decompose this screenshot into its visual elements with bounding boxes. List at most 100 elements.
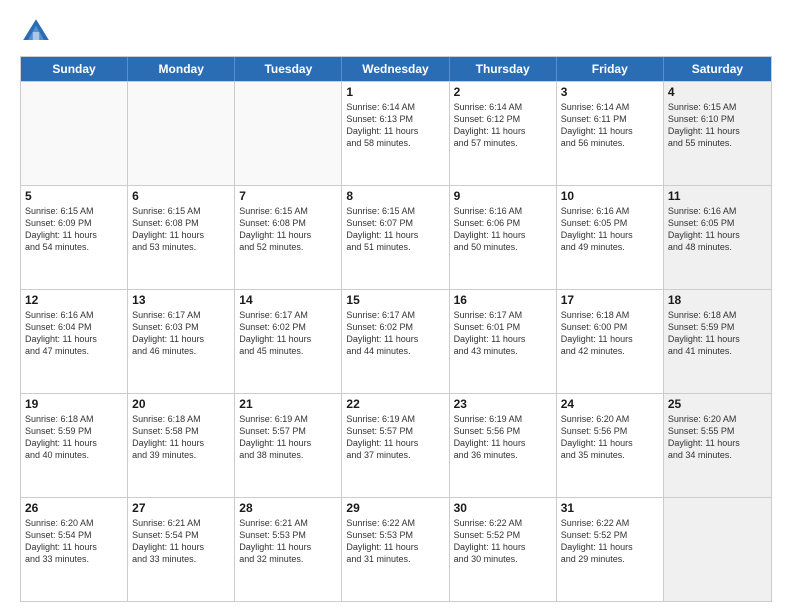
calendar-cell-24: 24 Sunrise: 6:20 AM Sunset: 5:56 PM Dayli… xyxy=(557,394,664,497)
calendar-cell-empty-0-1 xyxy=(128,82,235,185)
calendar-cell-27: 27 Sunrise: 6:21 AM Sunset: 5:54 PM Dayli… xyxy=(128,498,235,601)
day-number: 2 xyxy=(454,85,552,99)
calendar-cell-10: 10Sunrise: 6:16 AM Sunset: 6:05 PM Dayli… xyxy=(557,186,664,289)
cell-info: Sunrise: 6:17 AM Sunset: 6:02 PM Dayligh… xyxy=(239,309,337,358)
day-number: 6 xyxy=(132,189,230,203)
day-number: 3 xyxy=(561,85,659,99)
calendar-cell-7: 7 Sunrise: 6:15 AM Sunset: 6:08 PM Daylig… xyxy=(235,186,342,289)
day-number: 1 xyxy=(346,85,444,99)
day-number: 31 xyxy=(561,501,659,515)
cell-info: Sunrise: 6:19 AM Sunset: 5:57 PM Dayligh… xyxy=(239,413,337,462)
calendar-cell-28: 28 Sunrise: 6:21 AM Sunset: 5:53 PM Dayli… xyxy=(235,498,342,601)
calendar-cell-19: 19 Sunrise: 6:18 AM Sunset: 5:59 PM Dayli… xyxy=(21,394,128,497)
header xyxy=(20,16,772,48)
cell-info: Sunrise: 6:19 AM Sunset: 5:57 PM Dayligh… xyxy=(346,413,444,462)
cell-info: Sunrise: 6:15 AM Sunset: 6:08 PM Dayligh… xyxy=(132,205,230,254)
calendar-row-3: 19 Sunrise: 6:18 AM Sunset: 5:59 PM Dayli… xyxy=(21,393,771,497)
cell-info: Sunrise: 6:21 AM Sunset: 5:54 PM Dayligh… xyxy=(132,517,230,566)
day-header-saturday: Saturday xyxy=(664,57,771,81)
cell-info: Sunrise: 6:14 AM Sunset: 6:11 PM Dayligh… xyxy=(561,101,659,150)
cell-info: Sunrise: 6:15 AM Sunset: 6:10 PM Dayligh… xyxy=(668,101,767,150)
day-number: 16 xyxy=(454,293,552,307)
calendar-row-0: 1 Sunrise: 6:14 AM Sunset: 6:13 PM Daylig… xyxy=(21,81,771,185)
day-number: 26 xyxy=(25,501,123,515)
day-number: 9 xyxy=(454,189,552,203)
day-number: 19 xyxy=(25,397,123,411)
cell-info: Sunrise: 6:17 AM Sunset: 6:03 PM Dayligh… xyxy=(132,309,230,358)
calendar: SundayMondayTuesdayWednesdayThursdayFrid… xyxy=(20,56,772,602)
cell-info: Sunrise: 6:16 AM Sunset: 6:05 PM Dayligh… xyxy=(561,205,659,254)
calendar-cell-13: 13 Sunrise: 6:17 AM Sunset: 6:03 PM Dayli… xyxy=(128,290,235,393)
day-header-thursday: Thursday xyxy=(450,57,557,81)
calendar-cell-30: 30Sunrise: 6:22 AM Sunset: 5:52 PM Dayli… xyxy=(450,498,557,601)
calendar-cell-29: 29Sunrise: 6:22 AM Sunset: 5:53 PM Dayli… xyxy=(342,498,449,601)
day-number: 22 xyxy=(346,397,444,411)
day-number: 25 xyxy=(668,397,767,411)
day-number: 21 xyxy=(239,397,337,411)
day-number: 8 xyxy=(346,189,444,203)
day-number: 5 xyxy=(25,189,123,203)
day-number: 30 xyxy=(454,501,552,515)
day-number: 27 xyxy=(132,501,230,515)
day-header-friday: Friday xyxy=(557,57,664,81)
day-number: 12 xyxy=(25,293,123,307)
day-number: 23 xyxy=(454,397,552,411)
page: SundayMondayTuesdayWednesdayThursdayFrid… xyxy=(0,0,792,612)
calendar-cell-8: 8 Sunrise: 6:15 AM Sunset: 6:07 PM Daylig… xyxy=(342,186,449,289)
cell-info: Sunrise: 6:18 AM Sunset: 5:59 PM Dayligh… xyxy=(668,309,767,358)
day-number: 11 xyxy=(668,189,767,203)
day-number: 13 xyxy=(132,293,230,307)
day-number: 15 xyxy=(346,293,444,307)
calendar-cell-11: 11Sunrise: 6:16 AM Sunset: 6:05 PM Dayli… xyxy=(664,186,771,289)
calendar-cell-17: 17 Sunrise: 6:18 AM Sunset: 6:00 PM Dayli… xyxy=(557,290,664,393)
calendar-header: SundayMondayTuesdayWednesdayThursdayFrid… xyxy=(21,57,771,81)
day-header-tuesday: Tuesday xyxy=(235,57,342,81)
calendar-row-4: 26 Sunrise: 6:20 AM Sunset: 5:54 PM Dayli… xyxy=(21,497,771,601)
cell-info: Sunrise: 6:22 AM Sunset: 5:52 PM Dayligh… xyxy=(561,517,659,566)
cell-info: Sunrise: 6:15 AM Sunset: 6:07 PM Dayligh… xyxy=(346,205,444,254)
day-number: 14 xyxy=(239,293,337,307)
cell-info: Sunrise: 6:18 AM Sunset: 5:59 PM Dayligh… xyxy=(25,413,123,462)
cell-info: Sunrise: 6:17 AM Sunset: 6:01 PM Dayligh… xyxy=(454,309,552,358)
day-number: 24 xyxy=(561,397,659,411)
calendar-cell-21: 21 Sunrise: 6:19 AM Sunset: 5:57 PM Dayli… xyxy=(235,394,342,497)
cell-info: Sunrise: 6:22 AM Sunset: 5:53 PM Dayligh… xyxy=(346,517,444,566)
day-header-wednesday: Wednesday xyxy=(342,57,449,81)
calendar-cell-25: 25Sunrise: 6:20 AM Sunset: 5:55 PM Dayli… xyxy=(664,394,771,497)
day-number: 18 xyxy=(668,293,767,307)
cell-info: Sunrise: 6:20 AM Sunset: 5:56 PM Dayligh… xyxy=(561,413,659,462)
day-number: 17 xyxy=(561,293,659,307)
calendar-cell-14: 14 Sunrise: 6:17 AM Sunset: 6:02 PM Dayli… xyxy=(235,290,342,393)
cell-info: Sunrise: 6:14 AM Sunset: 6:13 PM Dayligh… xyxy=(346,101,444,150)
calendar-body: 1 Sunrise: 6:14 AM Sunset: 6:13 PM Daylig… xyxy=(21,81,771,601)
cell-info: Sunrise: 6:14 AM Sunset: 6:12 PM Dayligh… xyxy=(454,101,552,150)
calendar-cell-empty-0-0 xyxy=(21,82,128,185)
cell-info: Sunrise: 6:20 AM Sunset: 5:54 PM Dayligh… xyxy=(25,517,123,566)
logo xyxy=(20,16,58,48)
calendar-row-2: 12 Sunrise: 6:16 AM Sunset: 6:04 PM Dayli… xyxy=(21,289,771,393)
day-number: 20 xyxy=(132,397,230,411)
cell-info: Sunrise: 6:21 AM Sunset: 5:53 PM Dayligh… xyxy=(239,517,337,566)
day-header-monday: Monday xyxy=(128,57,235,81)
cell-info: Sunrise: 6:16 AM Sunset: 6:06 PM Dayligh… xyxy=(454,205,552,254)
day-number: 28 xyxy=(239,501,337,515)
cell-info: Sunrise: 6:15 AM Sunset: 6:08 PM Dayligh… xyxy=(239,205,337,254)
calendar-cell-4: 4 Sunrise: 6:15 AM Sunset: 6:10 PM Daylig… xyxy=(664,82,771,185)
calendar-cell-20: 20 Sunrise: 6:18 AM Sunset: 5:58 PM Dayli… xyxy=(128,394,235,497)
calendar-cell-5: 5Sunrise: 6:15 AM Sunset: 6:09 PM Daylig… xyxy=(21,186,128,289)
cell-info: Sunrise: 6:18 AM Sunset: 5:58 PM Dayligh… xyxy=(132,413,230,462)
cell-info: Sunrise: 6:18 AM Sunset: 6:00 PM Dayligh… xyxy=(561,309,659,358)
day-number: 7 xyxy=(239,189,337,203)
calendar-cell-31: 31 Sunrise: 6:22 AM Sunset: 5:52 PM Dayli… xyxy=(557,498,664,601)
calendar-cell-15: 15Sunrise: 6:17 AM Sunset: 6:02 PM Dayli… xyxy=(342,290,449,393)
logo-icon xyxy=(20,16,52,48)
calendar-cell-empty-4-6 xyxy=(664,498,771,601)
calendar-cell-9: 9 Sunrise: 6:16 AM Sunset: 6:06 PM Daylig… xyxy=(450,186,557,289)
calendar-cell-16: 16 Sunrise: 6:17 AM Sunset: 6:01 PM Dayli… xyxy=(450,290,557,393)
calendar-cell-23: 23Sunrise: 6:19 AM Sunset: 5:56 PM Dayli… xyxy=(450,394,557,497)
calendar-cell-12: 12 Sunrise: 6:16 AM Sunset: 6:04 PM Dayli… xyxy=(21,290,128,393)
day-number: 4 xyxy=(668,85,767,99)
cell-info: Sunrise: 6:16 AM Sunset: 6:04 PM Dayligh… xyxy=(25,309,123,358)
calendar-cell-18: 18 Sunrise: 6:18 AM Sunset: 5:59 PM Dayli… xyxy=(664,290,771,393)
calendar-cell-26: 26 Sunrise: 6:20 AM Sunset: 5:54 PM Dayli… xyxy=(21,498,128,601)
